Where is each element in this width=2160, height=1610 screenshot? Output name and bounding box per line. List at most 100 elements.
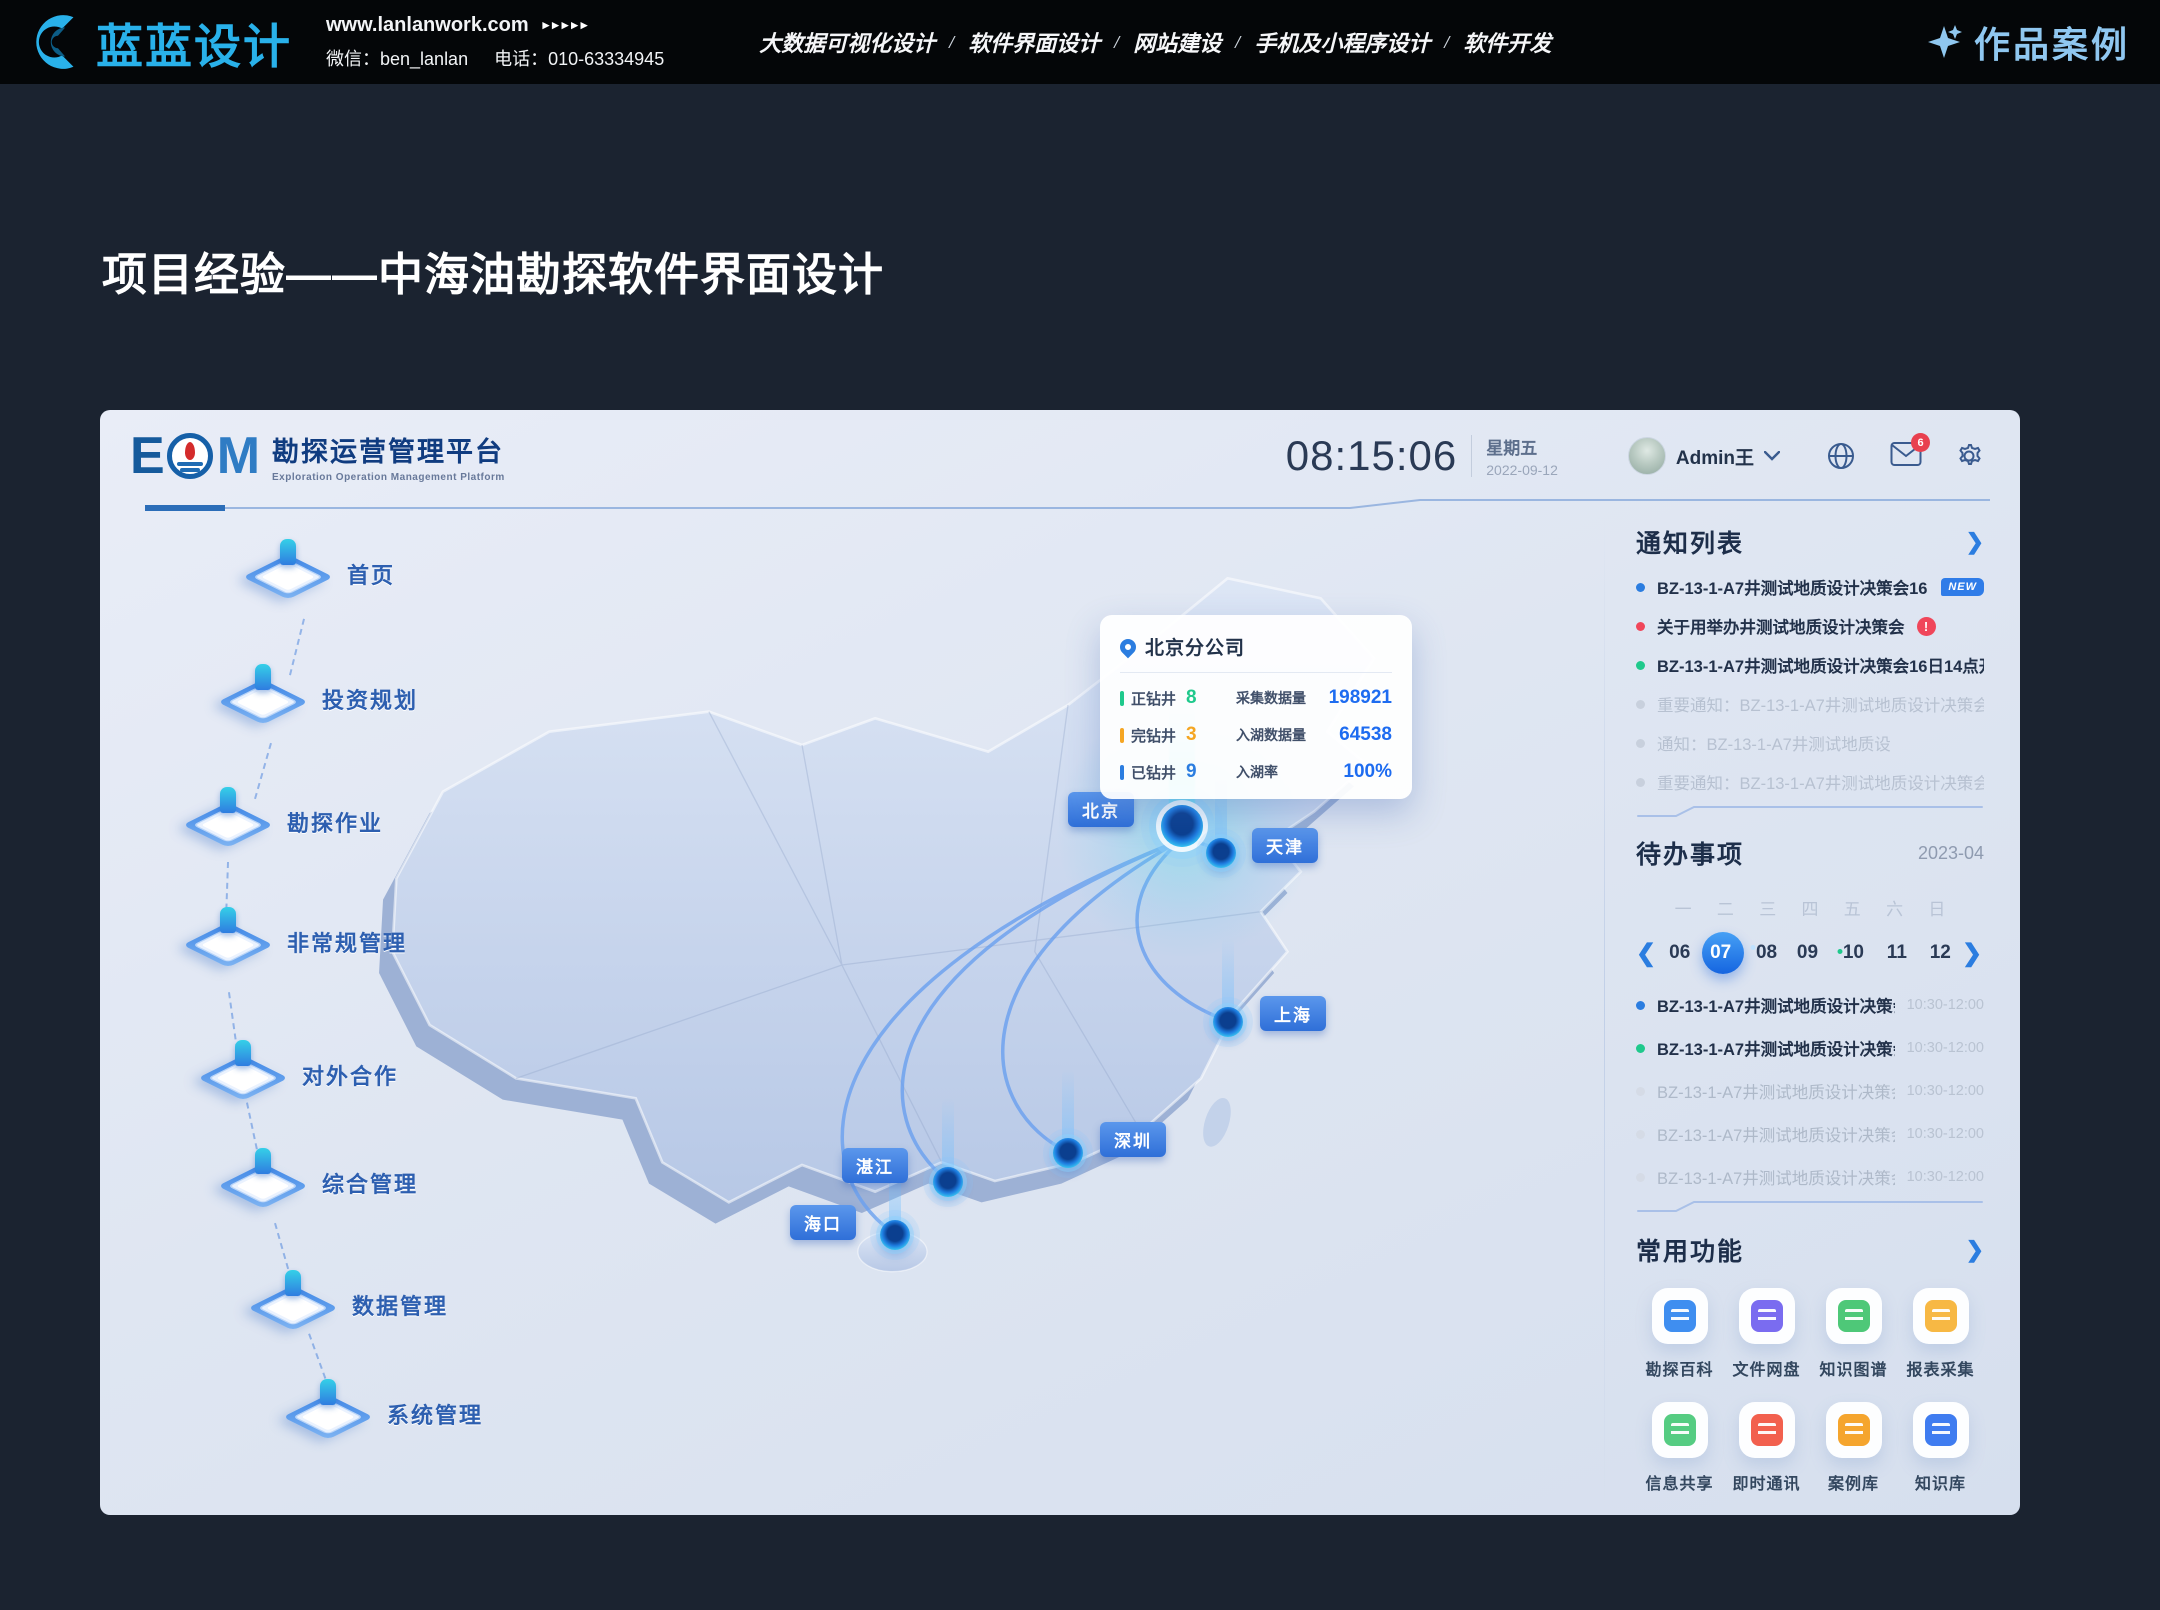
map-marker-shanghai[interactable] [1213,1007,1243,1037]
mail-icon[interactable]: 6 [1890,441,1920,471]
nav-item-website[interactable]: 网站建设 [1133,26,1221,58]
clock-time: 08:15:06 [1286,432,1458,480]
calendar-day[interactable]: 08 [1745,932,1788,974]
data-platform-icon [250,1276,336,1334]
sidebar-item-exploration[interactable]: 勘探作业 [185,793,383,851]
notification-item[interactable]: 重要通知：BZ-13-1-A7井测试地质设计决策会16日14... [1636,692,1984,716]
map-marker-tianjin[interactable] [1206,838,1236,868]
sidebar-item-cooperation[interactable]: 对外合作 [200,1046,398,1104]
weekday-label: 六 [1873,895,1915,920]
calendar-prev-arrow[interactable]: ❮ [1636,939,1658,968]
chat-icon [1751,1414,1783,1446]
sidebar-item-label: 数据管理 [352,1289,448,1321]
map-marker-haikou[interactable] [880,1220,910,1250]
calendar-next-arrow[interactable]: ❯ [1962,939,1984,968]
sidebar-item-investment[interactable]: 投资规划 [220,670,418,728]
notification-item[interactable]: 通知：BZ-13-1-A7井测试地质设 [1636,731,1984,755]
portfolio-link[interactable]: 作品案例 [1924,16,2130,68]
function-label: 即时通讯 [1732,1470,1800,1494]
avatar[interactable] [1628,437,1666,475]
function-knowledge-graph[interactable]: 知识图谱 [1810,1288,1897,1380]
status-dot [1636,778,1645,787]
notification-text: 关于用举办井测试地质设计决策会 [1657,614,1905,638]
function-encyclopedia[interactable]: 勘探百科 [1636,1288,1723,1380]
stat-bar [1120,765,1124,780]
todo-item[interactable]: BZ-13-1-A7井测试地质设计决策会... 10:30-12:00 [1636,1036,1984,1060]
function-label: 文件网盘 [1732,1356,1800,1380]
nav-separator: / [1444,32,1449,53]
city-label-shenzhen[interactable]: 深圳 [1100,1122,1166,1157]
nav-separator: / [1114,32,1119,53]
right-panel: 通知列表 ❯ BZ-13-1-A7井测试地质设计决策会16日14点开始 NEW … [1610,506,2012,1515]
todo-text: BZ-13-1-A7井测试地质设计决策会 [1657,1079,1895,1103]
website-url[interactable]: www.lanlanwork.com [326,14,529,37]
todo-item[interactable]: BZ-13-1-A7井测试地质设计决策会 10:30-12:00 [1636,1079,1984,1103]
site-logo[interactable]: 蓝蓝设计 [28,8,292,77]
stat-bar [1120,691,1124,706]
nav-item-mobile[interactable]: 手机及小程序设计 [1254,26,1430,58]
clipboard-icon [1838,1414,1870,1446]
gear-icon[interactable] [1954,441,1984,471]
function-knowledge-base[interactable]: 知识库 [1897,1402,1984,1494]
user-menu[interactable]: Admin王 [1628,437,1780,475]
function-instant-message[interactable]: 即时通讯 [1723,1402,1810,1494]
platform-name-cn: 勘探运营管理平台 [272,430,505,469]
map-marker-shenzhen[interactable] [1053,1138,1083,1168]
dashboard-screenshot: 北京 天津 上海 深圳 湛江 海口 北京分公司 正钻井 8 采集数据量 1989… [100,410,2020,1515]
todo-item[interactable]: BZ-13-1-A7井测试地质设计决策会 10:30-12:00 [1636,1122,1984,1146]
city-label-zhanjiang[interactable]: 湛江 [842,1148,908,1183]
todo-time: 10:30-12:00 [1907,997,1984,1013]
notification-item[interactable]: 重要通知：BZ-13-1-A7井测试地质设计决策会16日14... [1636,770,1984,794]
todo-item[interactable]: BZ-13-1-A7井测试地质设计决策会... 10:30-12:00 [1636,993,1984,1017]
top-nav: 大数据可视化设计 / 软件界面设计 / 网站建设 / 手机及小程序设计 / 软件… [759,26,1551,58]
platform-name: 勘探运营管理平台 Exploration Operation Managemen… [272,430,505,483]
clock-block: 08:15:06 星期五 2022-09-12 [1286,432,1558,480]
globe-icon[interactable] [1826,441,1856,471]
city-label-tianjin[interactable]: 天津 [1252,828,1318,863]
sidebar-item-home[interactable]: 首页 [245,545,395,603]
notifications-more-arrow[interactable]: ❯ [1966,529,1984,555]
lanlan-logo-icon [28,11,90,73]
exploration-platform-icon [185,793,271,851]
stat-bar [1120,728,1124,743]
sidebar-item-label: 投资规划 [322,683,418,715]
sidebar-item-unconventional[interactable]: 非常规管理 [185,913,407,971]
notification-item[interactable]: BZ-13-1-A7井测试地质设计决策会16日14点开始！ [1636,653,1984,677]
city-label-haikou[interactable]: 海口 [790,1205,856,1240]
calendar-day-selected[interactable]: 07 [1701,932,1744,974]
sidebar-item-data[interactable]: 数据管理 [250,1276,448,1334]
calendar-day[interactable]: 06 [1658,932,1701,974]
function-file-drive[interactable]: 文件网盘 [1723,1288,1810,1380]
function-label: 勘探百科 [1645,1356,1713,1380]
city-label-shanghai[interactable]: 上海 [1260,996,1326,1031]
map-marker-beijing[interactable] [1161,805,1203,847]
ecm-logo: E M [130,426,258,486]
sidebar-item-label: 首页 [347,558,395,590]
wechat-id: 微信：ben_lanlan [326,45,468,71]
nav-item-dev[interactable]: 软件开发 [1463,26,1551,58]
sidebar-item-system[interactable]: 系统管理 [285,1385,483,1443]
nav-item-software-ui[interactable]: 软件界面设计 [968,26,1100,58]
nav-item-bigdata[interactable]: 大数据可视化设计 [759,26,935,58]
function-report-collect[interactable]: 报表采集 [1897,1288,1984,1380]
calendar-day[interactable]: 12 [1919,932,1962,974]
sidebar-item-comprehensive[interactable]: 综合管理 [220,1154,418,1212]
clock-weekday: 星期五 [1486,434,1558,459]
calendar-day[interactable]: 09 [1788,932,1831,974]
todo-item[interactable]: BZ-13-1-A7井测试地质设计决策会 10:30-12:00 [1636,1165,1984,1189]
phone-number: 电话：010-63334945 [494,45,664,71]
function-info-share[interactable]: 信息共享 [1636,1402,1723,1494]
function-case-library[interactable]: 案例库 [1810,1402,1897,1494]
graph-icon [1838,1300,1870,1332]
map-marker-zhanjiang[interactable] [933,1167,963,1197]
share-folder-icon [1664,1414,1696,1446]
clock-date: 2022-09-12 [1486,462,1558,478]
notification-item[interactable]: BZ-13-1-A7井测试地质设计决策会16日14点开始 NEW [1636,575,1984,599]
books-icon [1925,1414,1957,1446]
functions-grid: 勘探百科 文件网盘 知识图谱 报表采集 信息共享 即时通讯 [1636,1288,1984,1494]
calendar-day[interactable]: 11 [1875,932,1918,974]
function-label: 知识图谱 [1819,1356,1887,1380]
functions-more-arrow[interactable]: ❯ [1966,1237,1984,1263]
chevron-down-icon[interactable] [1764,451,1780,461]
notification-item[interactable]: 关于用举办井测试地质设计决策会 ! [1636,614,1984,638]
